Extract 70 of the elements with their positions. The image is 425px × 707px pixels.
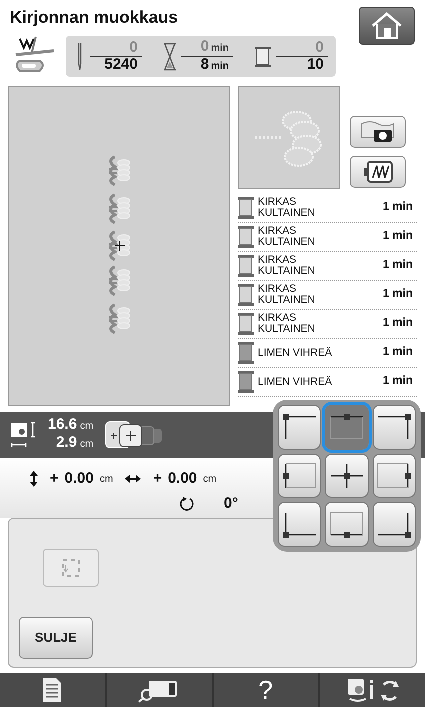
thread-color-name: KIRKAS KULTAINEN — [258, 284, 316, 306]
horizontal-sign: + — [153, 469, 162, 489]
unit-label: cm — [80, 438, 94, 452]
alignment-icon — [328, 462, 365, 490]
thread-time: 1 min — [382, 200, 414, 216]
toolbar-button[interactable] — [320, 673, 425, 707]
rotation-angle: 0° — [224, 494, 238, 514]
unit-label: cm — [80, 420, 94, 434]
home-button[interactable] — [359, 7, 415, 45]
position-button[interactable] — [325, 502, 369, 547]
thread-color-name: LIMEN VIHREÄ — [258, 348, 334, 358]
position-button[interactable] — [325, 454, 369, 498]
thread-time: 1 min — [382, 345, 414, 360]
thread-color-name: KIRKAS KULTAINEN — [258, 197, 316, 219]
position-button[interactable] — [278, 405, 322, 450]
alignment-icon — [376, 413, 412, 442]
position-button[interactable] — [372, 405, 416, 450]
thread-time: 1 min — [382, 287, 414, 302]
position-button[interactable] — [372, 502, 416, 547]
alignment-icon — [328, 413, 365, 442]
position-button[interactable] — [278, 454, 322, 498]
help-button[interactable]: ? — [214, 673, 318, 707]
horizontal-offset: 0.00 — [168, 469, 198, 489]
spool-icon — [254, 46, 272, 68]
close-button[interactable]: SULJE — [19, 617, 93, 659]
unit-label: min — [211, 60, 229, 74]
hourglass-icon — [163, 42, 177, 70]
pattern-height: 16.6 — [48, 417, 78, 433]
alignment-icon — [376, 510, 412, 539]
pattern-width: 2.9 — [56, 435, 78, 451]
alignment-icon — [328, 510, 365, 539]
unit-label: min — [211, 42, 229, 56]
alignment-icon — [282, 413, 318, 442]
embroidery-frame-button[interactable] — [350, 156, 406, 188]
thread-time: 1 min — [382, 229, 414, 244]
toolbar-button[interactable] — [106, 673, 212, 707]
total-value: 10 — [307, 57, 324, 73]
current-value: 0 — [130, 40, 138, 56]
fabric-camera-icon — [360, 120, 396, 144]
alignment-icon — [282, 510, 318, 539]
dashed-frame-icon — [60, 557, 82, 579]
thread-color-name: KIRKAS KULTAINEN — [258, 226, 316, 248]
vertical-offset: 0.00 — [64, 469, 94, 489]
pattern-size-icon — [10, 421, 38, 449]
vertical-arrows-icon — [30, 471, 38, 488]
thread-color-name: KIRKAS KULTAINEN — [258, 255, 316, 277]
unit-label: cm — [100, 472, 114, 487]
screen-title: Kirjonnan muokkaus — [10, 7, 180, 29]
document-icon — [41, 677, 64, 703]
unit-label: cm — [203, 472, 217, 487]
thread-time: 1 min — [382, 258, 414, 274]
alignment-icon — [376, 462, 412, 490]
home-icon — [370, 12, 404, 40]
position-button[interactable] — [278, 502, 322, 547]
rotate-icon — [180, 496, 194, 511]
thread-time: 1 min — [382, 374, 414, 390]
vertical-sign: + — [50, 469, 59, 489]
current-value: 0 — [316, 40, 324, 56]
camera-button[interactable] — [350, 116, 406, 148]
horizontal-arrows-icon — [125, 475, 142, 484]
thread-color-name: LIMEN VIHREÄ — [258, 376, 334, 388]
total-value: 8 — [200, 57, 210, 73]
thread-color-name: KIRKAS KULTAINEN — [258, 313, 316, 335]
position-button[interactable] — [372, 454, 416, 498]
hoop-stitch-icon — [362, 160, 394, 184]
thread-time: 1 min — [382, 316, 414, 332]
current-value: 0 — [200, 39, 210, 55]
toolbar-button[interactable] — [0, 673, 105, 707]
alignment-icon — [282, 462, 318, 490]
total-value: 5240 — [104, 57, 138, 73]
